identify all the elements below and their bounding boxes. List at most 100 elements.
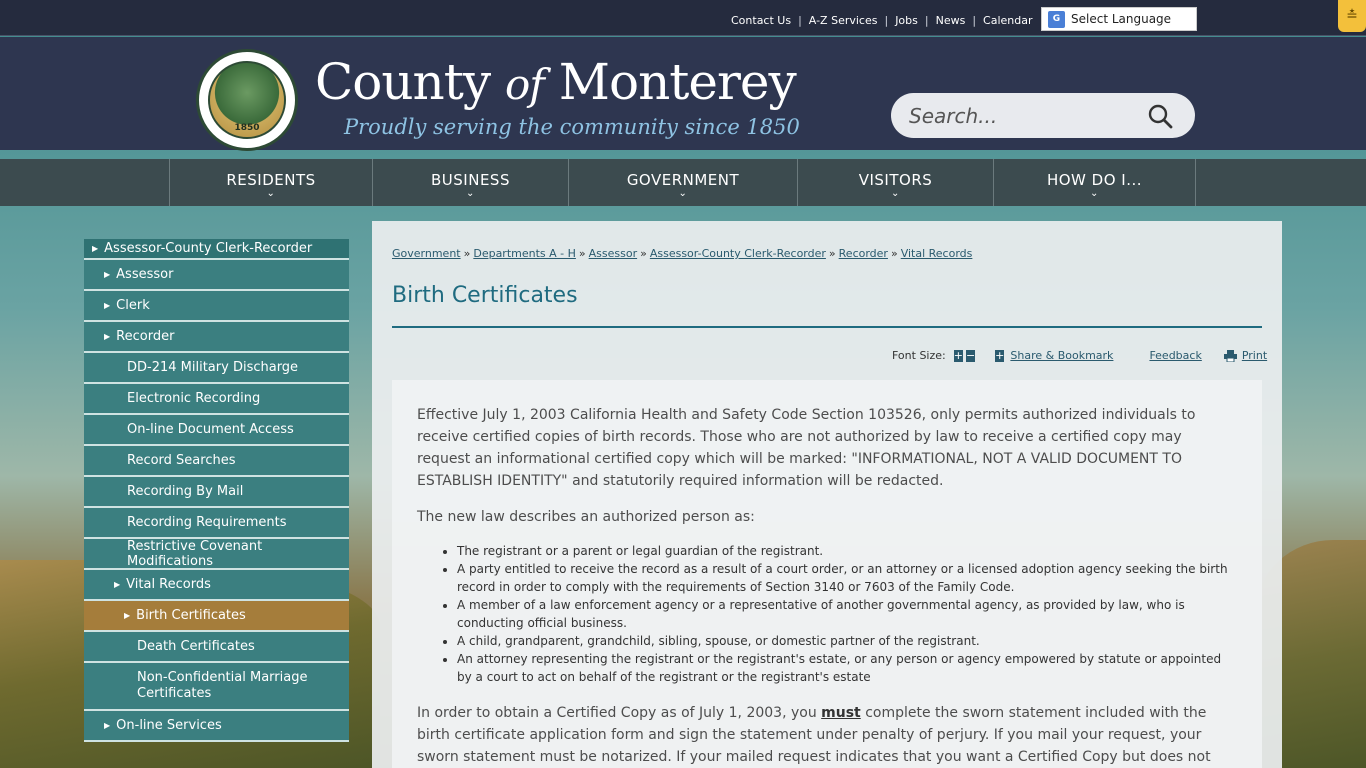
seal-emblem: 1850 <box>208 61 286 139</box>
nav-government-label: GOVERNMENT <box>626 171 740 189</box>
contact-us-link[interactable]: Contact Us <box>731 14 791 27</box>
sidebar-item-label: Record Searches <box>127 453 236 468</box>
expand-toggle[interactable]: ≛ <box>1338 0 1366 32</box>
nav-business[interactable]: BUSINESS ⌄ <box>372 159 568 206</box>
site-title[interactable]: County of Monterey <box>315 53 797 111</box>
article-body: Effective July 1, 2003 California Health… <box>392 380 1262 768</box>
nav-residents-label: RESIDENTS <box>226 171 316 189</box>
search-input[interactable] <box>909 103 1139 128</box>
font-size-label: Font Size: <box>892 349 946 362</box>
list-item: The registrant or a parent or legal guar… <box>457 542 1237 560</box>
breadcrumb-link[interactable]: Government <box>392 247 461 260</box>
site-title-of: of <box>505 60 545 109</box>
sidebar-item-death-certificates[interactable]: Death Certificates <box>84 632 349 663</box>
article-paragraph: In order to obtain a Certified Copy as o… <box>417 702 1237 768</box>
caret-right-icon: ▶ <box>104 301 111 310</box>
sidebar-item-label: Clerk <box>116 298 150 313</box>
separator: | <box>798 14 802 27</box>
breadcrumb-separator: » <box>640 247 647 260</box>
breadcrumb-separator: » <box>578 247 586 260</box>
sidebar-item-electronic-recording[interactable]: Electronic Recording <box>84 384 349 415</box>
chevron-down-icon: ⌄ <box>266 188 276 199</box>
nav-business-label: BUSINESS <box>431 171 510 189</box>
breadcrumb-link[interactable]: Departments A - H <box>473 247 576 260</box>
sidebar-item-clerk[interactable]: ▶ Clerk <box>84 291 349 322</box>
language-select-label: Select Language <box>1071 12 1172 26</box>
sidebar-item-assessor[interactable]: ▶ Assessor <box>84 260 349 291</box>
print-link[interactable]: Print <box>1242 349 1267 362</box>
breadcrumb-separator: » <box>890 247 898 260</box>
sidebar-item-record-searches[interactable]: Record Searches <box>84 446 349 477</box>
jobs-link[interactable]: Jobs <box>895 14 918 27</box>
utility-links: Contact Us | A-Z Services | Jobs | News … <box>731 14 1033 27</box>
site-header: 1850 County of Monterey Proudly serving … <box>0 37 1366 151</box>
breadcrumb: Government» Departments A - H» Assessor» As… <box>392 247 972 260</box>
sidebar-item-online-services[interactable]: ▶ On-line Services <box>84 711 349 742</box>
main-content: Government» Departments A - H» Assessor» As… <box>372 221 1282 768</box>
font-increase-icon[interactable]: + <box>953 349 963 362</box>
sidebar-navigation: ▶ Assessor-County Clerk-Recorder ▶ Asses… <box>84 239 349 742</box>
share-plus-icon: + <box>995 349 1005 362</box>
sidebar-item-restrictive-covenant[interactable]: Restrictive Covenant Modifications <box>84 539 349 570</box>
chevron-down-icon: ⌄ <box>891 188 900 199</box>
sidebar-item-label: On-line Document Access <box>127 422 294 437</box>
chevron-down-icon: ⌄ <box>678 188 688 199</box>
nav-visitors[interactable]: VISITORS ⌄ <box>797 159 993 206</box>
paragraph-text: In order to obtain a Certified Copy as o… <box>417 705 822 721</box>
nav-residents[interactable]: RESIDENTS ⌄ <box>169 159 372 206</box>
emphasis-must: must <box>821 705 861 721</box>
sidebar-item-label: Electronic Recording <box>127 391 261 406</box>
list-item: A party entitled to receive the record a… <box>457 560 1237 596</box>
sidebar-item-recorder[interactable]: ▶ Recorder <box>84 322 349 353</box>
sidebar-item-label: Death Certificates <box>137 639 255 654</box>
sidebar-item-dd214[interactable]: DD-214 Military Discharge <box>84 353 349 384</box>
page-title: Birth Certificates <box>392 283 578 308</box>
authorized-persons-list: The registrant or a parent or legal guar… <box>457 542 1237 686</box>
font-decrease-icon[interactable]: − <box>965 349 976 362</box>
sidebar-item-marriage-certificates[interactable]: Non-Confidential Marriage Certificates <box>84 663 349 711</box>
nav-how-do-i[interactable]: HOW DO I... ⌄ <box>993 159 1196 206</box>
list-item: A member of a law enforcement agency or … <box>457 596 1237 632</box>
calendar-link[interactable]: Calendar <box>983 14 1032 27</box>
list-item: A child, grandparent, grandchild, siblin… <box>457 632 1237 650</box>
article-paragraph: Effective July 1, 2003 California Health… <box>417 407 1196 489</box>
site-title-monterey: Monterey <box>558 53 797 111</box>
sidebar-item-birth-certificates[interactable]: ▶ Birth Certificates <box>84 601 349 632</box>
sidebar-item-label: Birth Certificates <box>136 608 246 623</box>
caret-right-icon: ▶ <box>104 332 111 341</box>
nav-how-do-i-label: HOW DO I... <box>1046 171 1143 189</box>
site-tagline: Proudly serving the community since 1850 <box>344 115 800 139</box>
breadcrumb-link[interactable]: Recorder <box>839 247 888 260</box>
search-icon[interactable] <box>1147 103 1173 129</box>
breadcrumb-separator: » <box>463 247 471 260</box>
separator: | <box>884 14 889 27</box>
seal-year: 1850 <box>234 123 260 133</box>
main-navigation: RESIDENTS ⌄ BUSINESS ⌄ GOVERNMENT ⌄ VISI… <box>0 159 1366 206</box>
breadcrumb-link[interactable]: Assessor <box>589 247 637 260</box>
feedback-link[interactable]: Feedback <box>1149 349 1201 362</box>
sidebar-item-online-document-access[interactable]: On-line Document Access <box>84 415 349 446</box>
language-select[interactable]: G Select Language <box>1041 7 1197 31</box>
translate-icon: G <box>1048 10 1065 28</box>
printer-icon <box>1223 349 1237 362</box>
sidebar-item-vital-records[interactable]: ▶ Vital Records <box>84 570 349 601</box>
breadcrumb-link[interactable]: Assessor-County Clerk-Recorder <box>650 247 826 260</box>
nav-government[interactable]: GOVERNMENT ⌄ <box>568 159 797 206</box>
separator: | <box>972 14 977 27</box>
utility-bar: Contact Us | A-Z Services | Jobs | News … <box>0 0 1366 36</box>
double-chevron-down-icon: ≛ <box>1346 8 1358 24</box>
sidebar-item-label: Vital Records <box>126 577 211 592</box>
sidebar-item-assessor-county-clerk-recorder[interactable]: ▶ Assessor-County Clerk-Recorder <box>84 239 349 260</box>
sidebar-item-recording-by-mail[interactable]: Recording By Mail <box>84 477 349 508</box>
sidebar-item-label: Restrictive Covenant Modifications <box>127 538 263 569</box>
sidebar-item-recording-requirements[interactable]: Recording Requirements <box>84 508 349 539</box>
az-services-link[interactable]: A-Z Services <box>809 14 878 27</box>
share-bookmark-link[interactable]: Share & Bookmark <box>1010 349 1113 362</box>
separator: | <box>924 14 929 27</box>
list-item: An attorney representing the registrant … <box>457 650 1237 686</box>
breadcrumb-link[interactable]: Vital Records <box>901 247 973 260</box>
news-link[interactable]: News <box>936 14 966 27</box>
chevron-down-icon: ⌄ <box>466 188 475 199</box>
search-box <box>891 93 1195 138</box>
county-seal-logo[interactable]: 1850 <box>196 49 298 151</box>
